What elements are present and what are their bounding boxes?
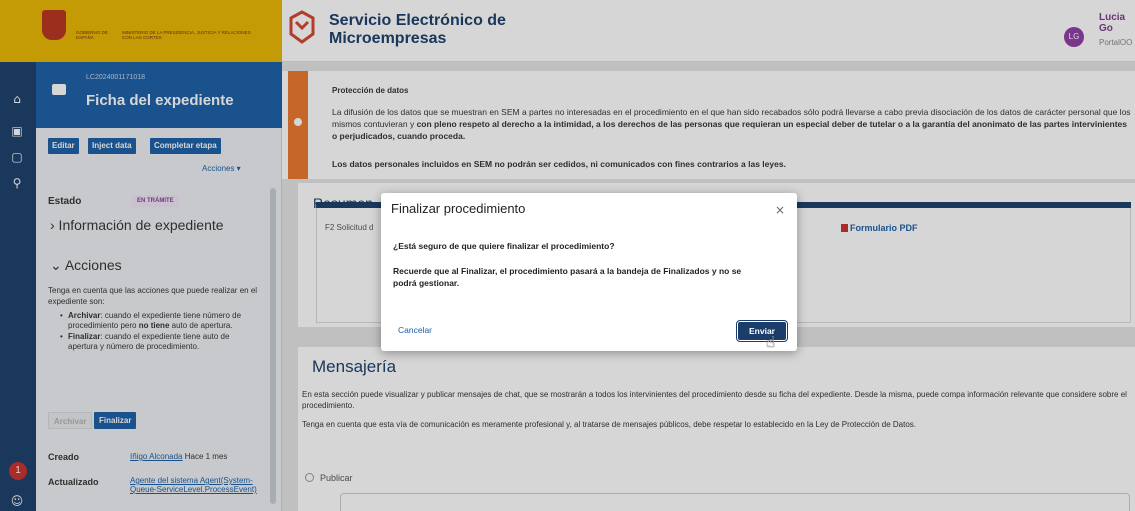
dialog-note: Recuerde que al Finalizar, el procedimie… — [393, 266, 742, 288]
close-icon[interactable]: × — [775, 203, 785, 217]
send-button[interactable]: Enviar — [736, 320, 788, 342]
dialog-question: ¿Está seguro de que quiere finalizar el … — [393, 241, 615, 251]
hand-cursor-icon: ☝ — [766, 333, 776, 351]
cancel-button[interactable]: Cancelar — [398, 325, 432, 335]
dialog-title: Finalizar procedimiento — [391, 201, 526, 216]
finalize-dialog: Finalizar procedimiento × ¿Está seguro d… — [381, 193, 797, 351]
